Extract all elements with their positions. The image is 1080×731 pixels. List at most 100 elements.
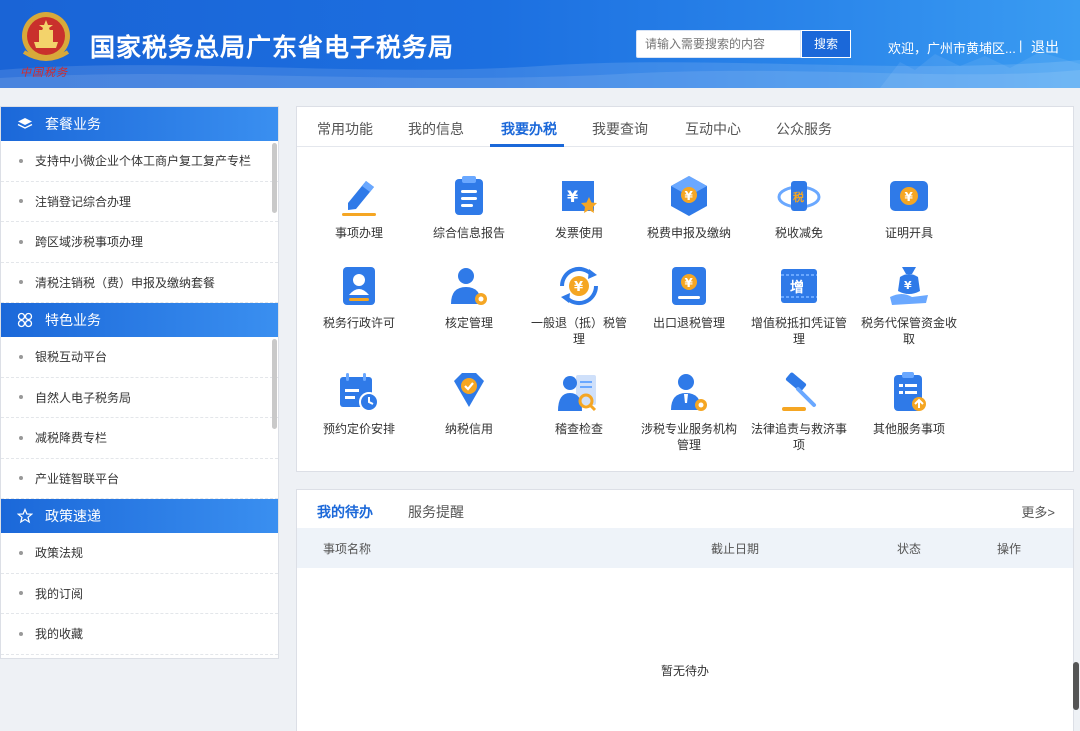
bullet-dot xyxy=(19,476,23,481)
sidebar-section-policy[interactable]: 政策速递 xyxy=(1,499,278,533)
bullet-dot xyxy=(19,158,23,163)
bullet-dot xyxy=(19,591,23,596)
sidebar-item[interactable]: 减税降费专栏 xyxy=(1,418,278,459)
bullet-dot xyxy=(19,280,23,285)
function-label: 涉税专业服务机构管理 xyxy=(640,422,737,452)
credit-icon xyxy=(454,373,484,407)
sidebar-item[interactable]: 自然人电子税务局 xyxy=(1,378,278,418)
function-label: 发票使用 xyxy=(554,226,603,240)
function-item[interactable]: ¥ 税务代保管资金收取 xyxy=(859,263,959,347)
sidebar-item[interactable]: 产业链智联平台 xyxy=(1,459,278,499)
certificate-icon: ¥ xyxy=(890,181,928,211)
sidebar-item[interactable]: 我的收藏 xyxy=(1,614,278,655)
function-label: 税务行政许可 xyxy=(322,316,395,330)
function-item[interactable]: 税务行政许可 xyxy=(309,263,409,331)
sidebar-item-label: 政策法规 xyxy=(35,546,84,561)
report-icon xyxy=(455,176,483,215)
function-item[interactable]: 综合信息报告 xyxy=(419,173,519,241)
sidebar: 套餐业务 支持中小微企业个体工商户复工复产专栏 注销登记综合办理 跨区域涉税事项… xyxy=(0,106,279,659)
calendar-icon xyxy=(340,373,379,412)
svg-text:税: 税 xyxy=(793,190,804,204)
function-item[interactable]: ¥ 税费申报及缴纳 xyxy=(639,173,739,241)
gavel-icon xyxy=(782,372,816,411)
function-label: 税务代保管资金收取 xyxy=(860,316,957,346)
site-title: 国家税务总局广东省电子税务局 xyxy=(90,34,455,62)
active-tab-indicator xyxy=(490,144,564,147)
function-item[interactable]: ¥ 出口退税管理 xyxy=(639,263,739,331)
function-item[interactable]: 增 增值税抵扣凭证管理 xyxy=(749,263,849,347)
sidebar-item-label: 产业链智联平台 xyxy=(35,471,120,486)
function-item[interactable]: 核定管理 xyxy=(419,263,519,331)
tax-declare-icon: ¥ xyxy=(671,176,707,216)
layers-icon xyxy=(17,118,33,129)
search-button[interactable]: 搜索 xyxy=(801,30,851,58)
svg-text:¥: ¥ xyxy=(685,189,694,203)
function-item[interactable]: ¥ 一般退（抵）税管理 xyxy=(529,263,629,347)
function-label: 出口退税管理 xyxy=(652,316,725,330)
tab-interaction[interactable]: 互动中心 xyxy=(685,119,741,139)
license-icon xyxy=(343,267,375,305)
sidebar-item-label: 我的收藏 xyxy=(35,627,84,642)
tax-emblem-icon xyxy=(22,12,70,61)
logout-link[interactable]: 退出 xyxy=(1031,37,1059,57)
function-label: 一般退（抵）税管理 xyxy=(530,316,627,346)
svg-text:¥: ¥ xyxy=(567,187,578,206)
more-link[interactable]: 更多> xyxy=(1021,502,1055,521)
sidebar-item-label: 我的订阅 xyxy=(35,586,84,601)
tab-query[interactable]: 我要查询 xyxy=(592,119,648,139)
function-label: 证明开具 xyxy=(884,226,933,240)
sidebar-item[interactable]: 跨区域涉税事项办理 xyxy=(1,222,278,263)
tab-my-info[interactable]: 我的信息 xyxy=(408,119,464,139)
tab-do-tax[interactable]: 我要办税 xyxy=(501,119,557,139)
function-label: 税费申报及缴纳 xyxy=(646,226,731,240)
function-item[interactable]: 税 税收减免 xyxy=(749,173,849,241)
function-label: 核定管理 xyxy=(444,316,493,330)
todo-table-header: 事项名称 截止日期 状态 操作 xyxy=(297,528,1073,568)
tab-service-reminder[interactable]: 服务提醒 xyxy=(408,502,464,522)
function-item[interactable]: 其他服务事项 xyxy=(859,369,959,437)
sidebar-item[interactable]: 注销登记综合办理 xyxy=(1,182,278,222)
sidebar-scrollbar[interactable] xyxy=(272,143,277,213)
function-item[interactable]: 事项办理 xyxy=(309,173,409,241)
other-service-icon xyxy=(894,372,926,411)
user-gear-icon xyxy=(451,268,487,305)
sidebar-section-featured[interactable]: 特色业务 xyxy=(1,303,278,337)
page-scrollbar[interactable] xyxy=(1073,662,1079,710)
welcome-user-text[interactable]: 欢迎，广州市黄埔区... xyxy=(888,38,1016,57)
sidebar-item-label: 银税互动平台 xyxy=(35,350,108,365)
bullet-dot xyxy=(19,550,23,555)
function-item[interactable]: ¥ 证明开具 xyxy=(859,173,959,241)
function-item[interactable]: 涉税专业服务机构管理 xyxy=(639,369,739,453)
function-item[interactable]: 预约定价安排 xyxy=(309,369,409,437)
function-label: 增值税抵扣凭证管理 xyxy=(750,316,847,346)
tab-public-service[interactable]: 公众服务 xyxy=(776,119,832,139)
column-header-action: 操作 xyxy=(997,542,1022,556)
function-label: 预约定价安排 xyxy=(322,422,395,436)
sidebar-item[interactable]: 支持中小微企业个体工商户复工复产专栏 xyxy=(1,141,278,182)
function-item[interactable]: 法律追责与救济事项 xyxy=(749,369,849,453)
sidebar-item[interactable]: 清税注销税（费）申报及缴纳套餐 xyxy=(1,263,278,303)
sidebar-item[interactable]: 政策法规 xyxy=(1,533,278,574)
sidebar-item[interactable]: 银税互动平台 xyxy=(1,337,278,378)
search-input[interactable] xyxy=(636,30,801,58)
function-label: 其他服务事项 xyxy=(872,422,945,436)
tab-common[interactable]: 常用功能 xyxy=(317,119,373,139)
function-label: 事项办理 xyxy=(334,226,383,240)
function-item[interactable]: 稽查检查 xyxy=(529,369,629,437)
sidebar-section-package[interactable]: 套餐业务 xyxy=(1,107,278,141)
sidebar-item-label: 减税降费专栏 xyxy=(35,431,108,446)
sidebar-item[interactable]: 我的订阅 xyxy=(1,574,278,614)
tax-relief-icon: 税 xyxy=(777,181,821,211)
bullet-dot xyxy=(19,354,23,359)
vat-voucher-icon: 增 xyxy=(781,269,817,303)
function-label: 法律追责与救济事项 xyxy=(750,422,847,452)
site-header: 中国税务 国家税务总局广东省电子税务局 搜索 欢迎，广州市黄埔区... | 退出 xyxy=(0,0,1080,88)
sidebar-section-title: 特色业务 xyxy=(45,312,101,328)
bullet-dot xyxy=(19,199,23,204)
function-item[interactable]: ¥ 发票使用 xyxy=(529,173,629,241)
tab-my-todo[interactable]: 我的待办 xyxy=(317,502,373,522)
sidebar-scrollbar[interactable] xyxy=(272,339,277,429)
todo-panel: 我的待办 服务提醒 更多> 事项名称 截止日期 状态 操作 暂无待办 xyxy=(296,489,1074,731)
function-item[interactable]: 纳税信用 xyxy=(419,369,519,437)
star-icon xyxy=(17,508,33,524)
